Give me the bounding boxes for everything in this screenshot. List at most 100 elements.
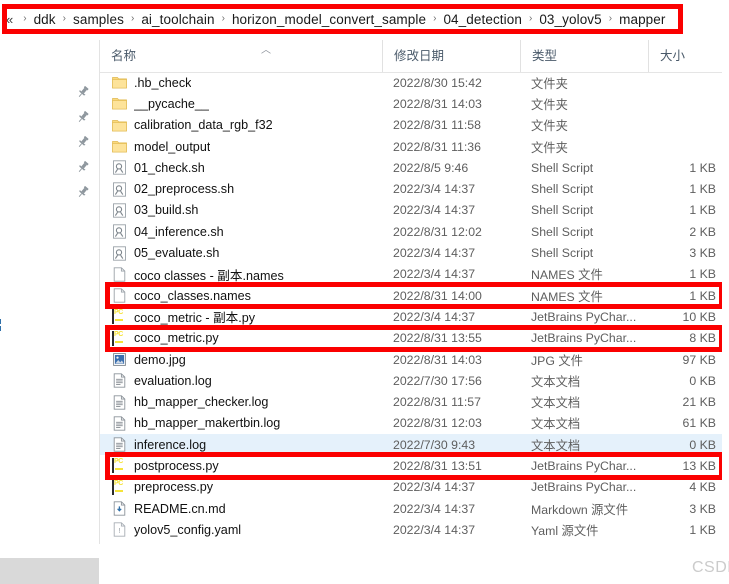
cell-date-modified: 2022/3/4 14:37 (393, 203, 476, 218)
table-row[interactable]: coco_classes.names 2022/8/31 14:00 NAMES 文… (100, 285, 729, 306)
pin-icon[interactable] (76, 135, 90, 149)
file-name-label: hb_mapper_makertbin.log (134, 416, 281, 431)
cell-type: JetBrains PyChar... (531, 458, 637, 473)
column-header-date[interactable]: 修改日期 (382, 40, 520, 72)
breadcrumb-item-samples[interactable]: samples (72, 12, 125, 27)
cell-name: README.cn.md (100, 501, 382, 516)
cell-name: hb_mapper_makertbin.log (100, 416, 382, 431)
table-row[interactable]: 03_build.sh 2022/3/4 14:37 Shell Script 1 K… (100, 200, 729, 221)
table-row[interactable]: preprocess.py 2022/3/4 14:37 JetBrains PyC… (100, 477, 729, 498)
cell-size: 1 KB (689, 288, 716, 303)
table-row[interactable]: coco classes - 副本.names 2022/3/4 14:37 NAM… (100, 264, 729, 285)
cell-type: Shell Script (531, 203, 594, 218)
breadcrumb-overflow-icon[interactable]: « (6, 12, 17, 27)
breadcrumb-item-ddk[interactable]: ddk (33, 12, 57, 27)
breadcrumb-separator-icon: › (221, 13, 225, 24)
breadcrumb-item-03-yolov5[interactable]: 03_yolov5 (538, 12, 602, 27)
cell-type: Shell Script (531, 160, 594, 175)
cell-size: 4 KB (689, 480, 716, 495)
breadcrumb-separator-icon: › (130, 13, 135, 24)
cell-name: coco classes - 副本.names (100, 265, 382, 284)
column-header-size[interactable]: 大小 (648, 40, 729, 72)
pycharm-icon (112, 458, 127, 474)
table-row[interactable]: hb_mapper_checker.log 2022/8/31 11:57 文本文档… (100, 391, 729, 412)
cell-type: 文本文档 (531, 374, 581, 389)
breadcrumb-item-mapper[interactable]: mapper (618, 12, 666, 27)
cell-type: 文件夹 (531, 76, 568, 91)
file-name-label: coco_metric.py (134, 331, 219, 346)
breadcrumb-separator-icon: › (62, 13, 66, 24)
pycharm-icon (112, 330, 127, 346)
cell-type: 文本文档 (531, 438, 581, 453)
column-header-name[interactable]: 名称 ︿ (100, 40, 382, 72)
column-header-type[interactable]: 类型 (520, 40, 648, 72)
table-row[interactable]: .hb_check 2022/8/30 15:42 文件夹 (100, 72, 729, 93)
file-name-label: 02_preprocess.sh (134, 182, 235, 197)
cell-type: Shell Script (531, 224, 594, 239)
pane-right-edge (722, 40, 729, 544)
table-row[interactable]: __pycache__ 2022/8/31 14:03 文件夹 (100, 93, 729, 114)
cell-type: JetBrains PyChar... (531, 331, 637, 346)
cell-name: 05_evaluate.sh (100, 245, 382, 261)
address-bar: « › ddk › samples › ai_toolchain › horizon_mode… (0, 0, 729, 41)
file-name-label: 03_build.sh (134, 203, 199, 218)
cell-size: 0 KB (689, 437, 716, 452)
table-row[interactable]: inference.log 2022/7/30 9:43 文本文档 0 KB (100, 434, 729, 456)
file-name-label: 01_check.sh (134, 160, 205, 175)
cell-size: 1 KB (689, 267, 716, 282)
cell-size: 61 KB (682, 416, 717, 431)
pin-icon[interactable] (76, 160, 90, 174)
table-row[interactable]: coco_metric - 副本.py 2022/3/4 14:37 JetBrai… (100, 306, 729, 327)
navigation-pane (0, 40, 100, 584)
table-row[interactable]: 01_check.sh 2022/8/5 9:46 Shell Script 1 KB (100, 157, 729, 178)
table-row[interactable]: 04_inference.sh 2022/8/31 12:02 Shell Scri… (100, 221, 729, 242)
table-row[interactable]: 02_preprocess.sh 2022/3/4 14:37 Shell Scri… (100, 178, 729, 199)
file-rows: .hb_check 2022/8/30 15:42 文件夹 __pycache__ 20… (100, 72, 729, 541)
pin-icon[interactable] (76, 85, 90, 99)
yaml-file-icon: ! (112, 522, 127, 538)
cell-date-modified: 2022/7/30 9:43 (393, 437, 476, 452)
cell-size: 1 KB (689, 182, 716, 197)
cell-type: 文本文档 (531, 396, 581, 411)
cell-date-modified: 2022/8/31 13:55 (393, 331, 482, 346)
cell-type: 文件夹 (531, 97, 568, 112)
table-row[interactable]: evaluation.log 2022/7/30 17:56 文本文档 0 KB (100, 370, 729, 391)
folder-icon (112, 75, 127, 90)
cell-type: Shell Script (531, 246, 594, 261)
cell-date-modified: 2022/3/4 14:37 (393, 522, 476, 537)
table-row[interactable]: README.cn.md 2022/3/4 14:37 Markdown 源文件 3 … (100, 498, 729, 519)
column-header-row: 名称 ︿ 修改日期 类型 大小 (100, 40, 729, 73)
sidebar-bottom-band (0, 558, 99, 584)
table-row[interactable]: ! yolov5_config.yaml 2022/3/4 14:37 Yaml 源文… (100, 519, 729, 540)
file-name-label: inference.log (134, 437, 207, 452)
table-row[interactable]: coco_metric.py 2022/8/31 13:55 JetBrains P… (100, 328, 729, 349)
breadcrumb[interactable]: « › ddk › samples › ai_toolchain › horizon_mode… (4, 8, 666, 31)
file-list-pane: 名称 ︿ 修改日期 类型 大小 .hb_check 2022/8/30 15:42… (100, 40, 729, 576)
table-row[interactable]: postprocess.py 2022/8/31 13:51 JetBrains P… (100, 455, 729, 476)
cell-type: Shell Script (531, 182, 594, 197)
cell-size: 13 KB (682, 458, 717, 473)
cell-type: 文件夹 (531, 119, 568, 134)
table-row[interactable]: 05_evaluate.sh 2022/3/4 14:37 Shell Script… (100, 242, 729, 263)
cell-date-modified: 2022/8/30 15:42 (393, 75, 482, 90)
table-row[interactable]: calibration_data_rgb_f32 2022/8/31 11:58 文… (100, 115, 729, 136)
breadcrumb-item-04-detection[interactable]: 04_detection (442, 12, 523, 27)
cell-name: 01_check.sh (100, 160, 382, 175)
table-row[interactable]: hb_mapper_makertbin.log 2022/8/31 12:03 文本… (100, 413, 729, 434)
cell-date-modified: 2022/8/5 9:46 (393, 160, 469, 175)
breadcrumb-item-horizon-model-convert-sample[interactable]: horizon_model_convert_sample (231, 12, 427, 27)
pycharm-icon (112, 479, 127, 495)
cell-name: __pycache__ (100, 96, 382, 111)
file-name-label: evaluation.log (134, 373, 212, 388)
pin-icon[interactable] (76, 110, 90, 124)
pin-icon[interactable] (76, 185, 90, 199)
table-row[interactable]: demo.jpg 2022/8/31 14:03 JPG 文件 97 KB (100, 349, 729, 370)
cell-type: JetBrains PyChar... (531, 309, 637, 324)
column-header-type-label: 类型 (532, 49, 558, 63)
shell-script-icon (112, 224, 127, 239)
table-row[interactable]: model_output 2022/8/31 11:36 文件夹 (100, 136, 729, 157)
text-file-icon (112, 437, 127, 452)
cell-size: 97 KB (682, 352, 717, 367)
cell-size: 1 KB (689, 160, 716, 175)
breadcrumb-item-ai-toolchain[interactable]: ai_toolchain (140, 12, 215, 27)
